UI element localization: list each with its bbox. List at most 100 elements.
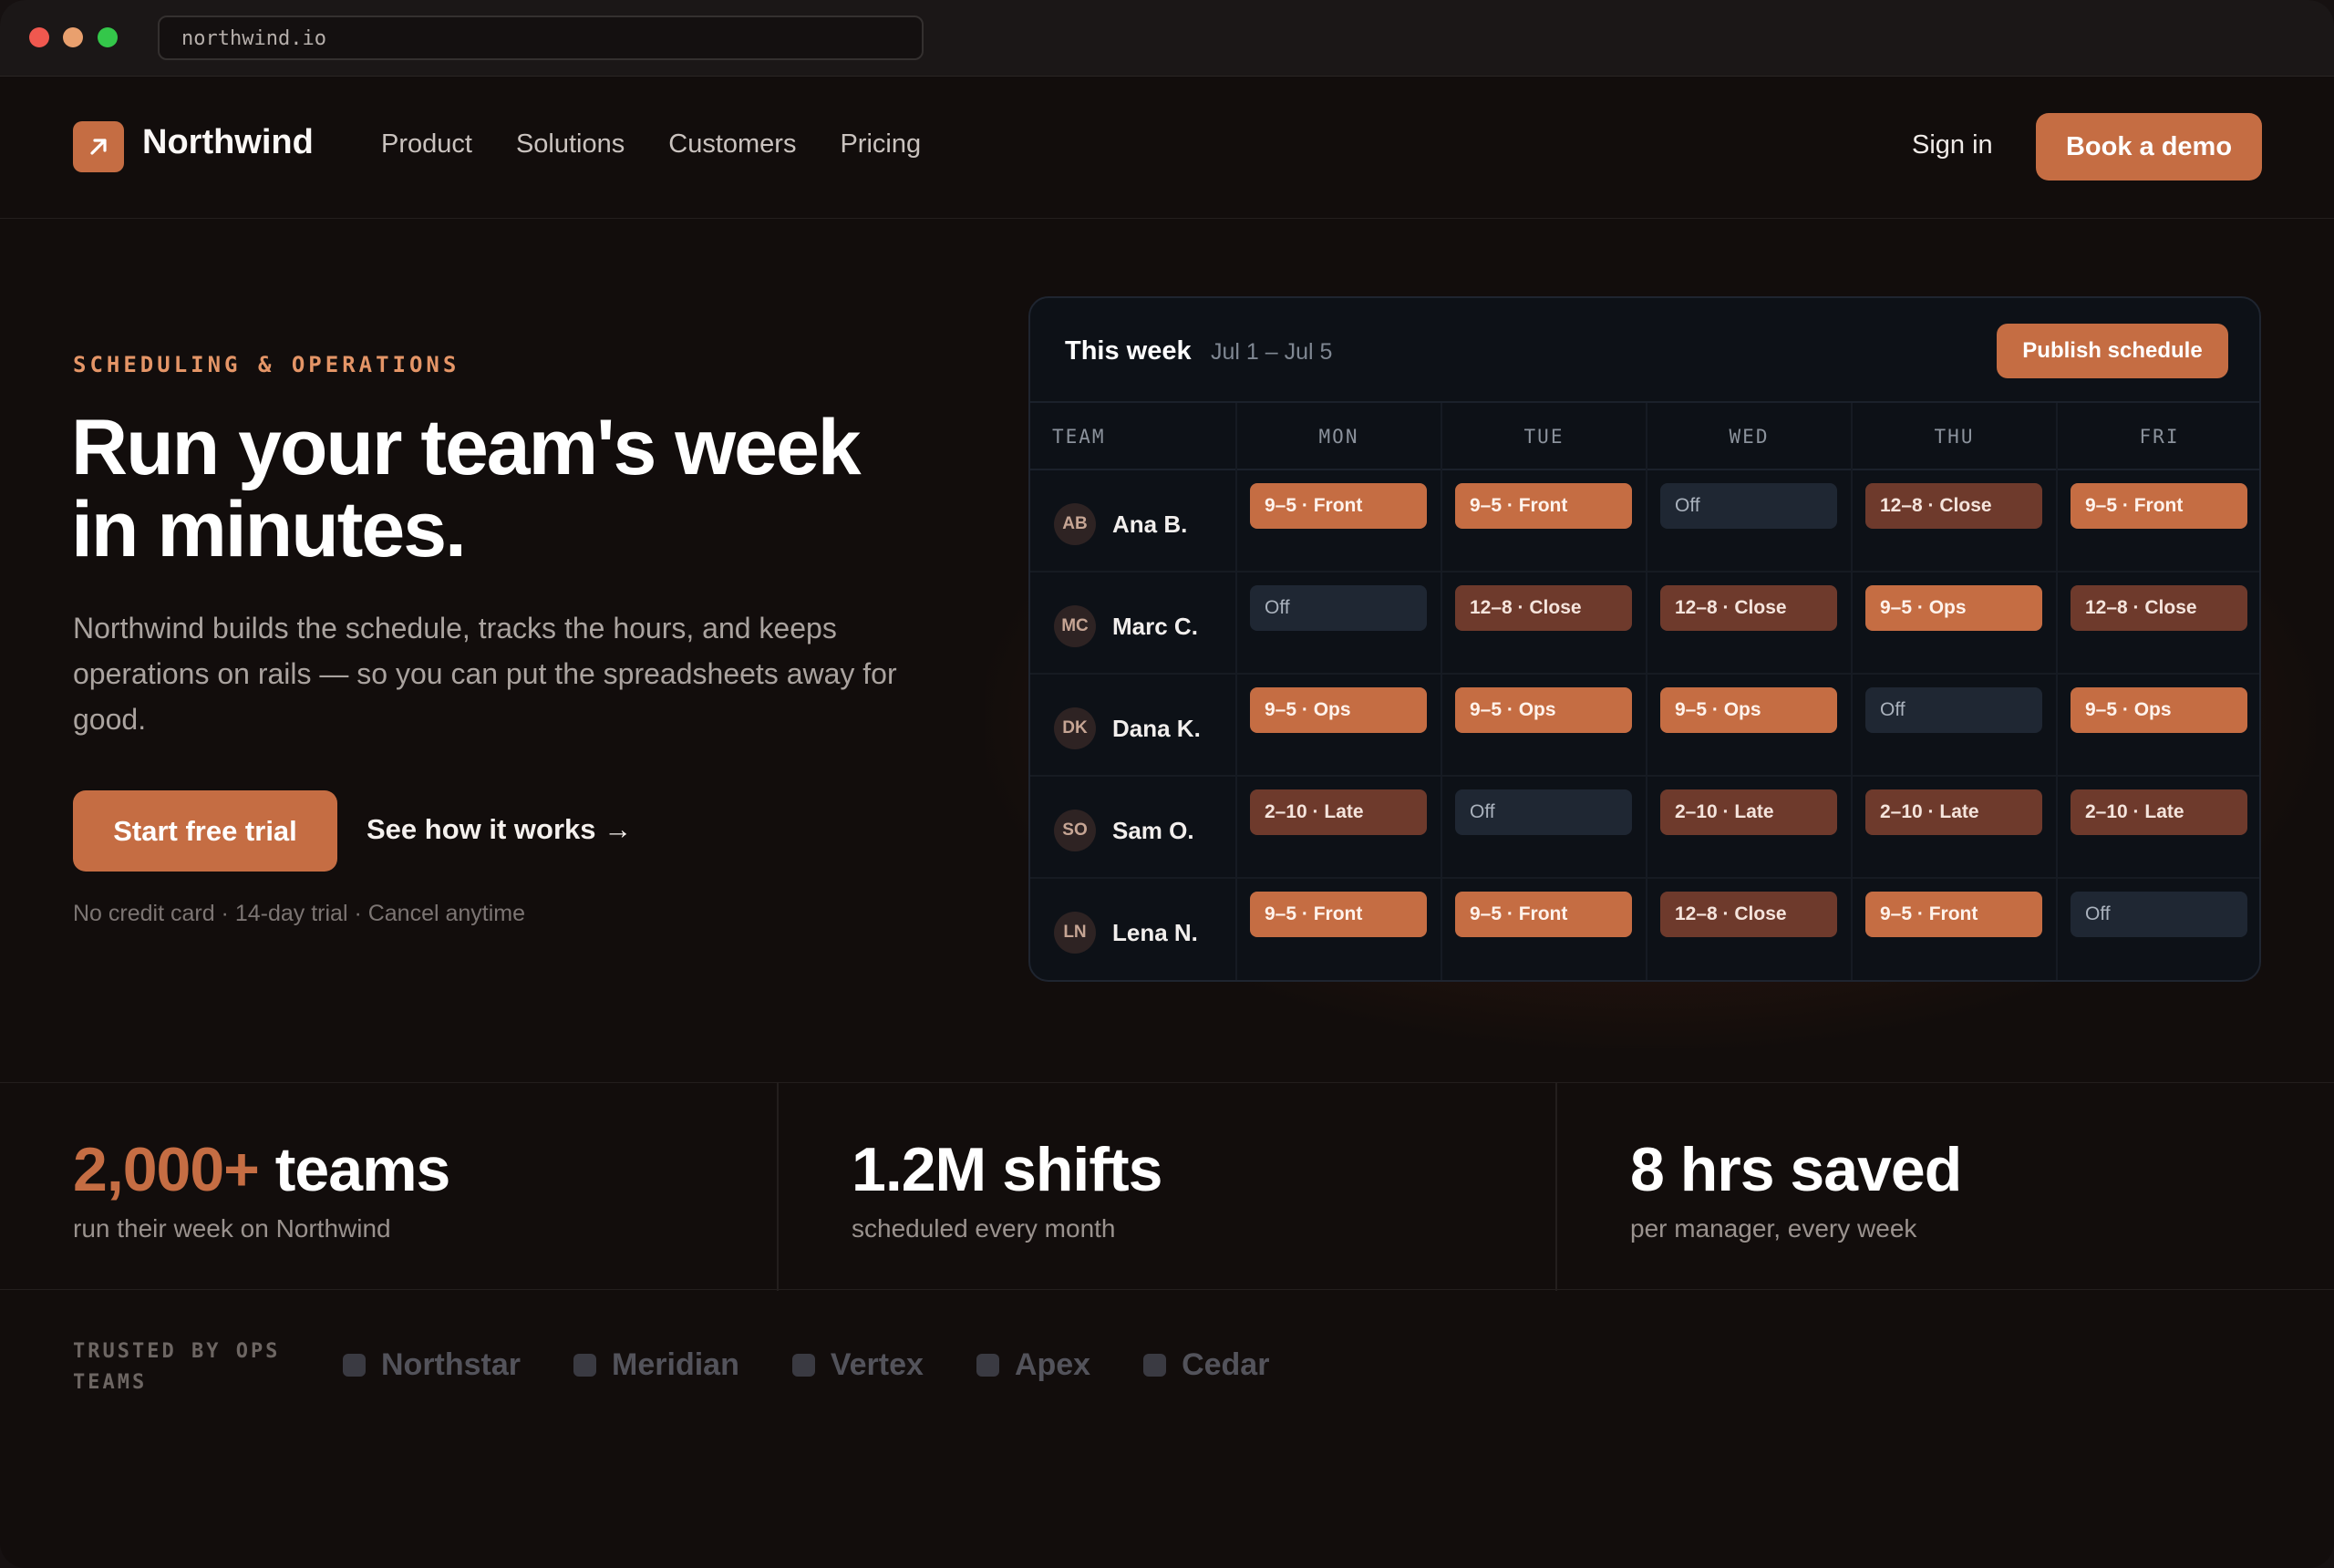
shift-chip[interactable]: 9–5 · Ops: [1660, 687, 1837, 733]
nav-link-customers[interactable]: Customers: [668, 129, 796, 160]
shift-chip[interactable]: 9–5 · Ops: [2071, 687, 2247, 733]
shift-chip[interactable]: 2–10 · Late: [1865, 789, 2042, 835]
avatar: SO: [1054, 810, 1096, 851]
shift-chip[interactable]: 9–5 · Front: [1250, 483, 1427, 529]
shift-chip[interactable]: Off: [1865, 687, 2042, 733]
arrow-up-right-icon: [90, 139, 107, 155]
trusted-by-label: TRUSTED BY OPS TEAMS: [73, 1340, 281, 1394]
sign-in-link[interactable]: Sign in: [1912, 130, 1993, 160]
see-how-it-works-link[interactable]: See how it works →: [367, 813, 632, 846]
shift-chip[interactable]: 2–10 · Late: [1250, 789, 1427, 835]
nav-links: Product Solutions Customers Pricing: [381, 129, 921, 160]
publish-schedule-button[interactable]: Publish schedule: [1997, 324, 2228, 378]
shift-chip[interactable]: Off: [2071, 892, 2247, 937]
address-bar[interactable]: northwind.io: [158, 15, 924, 60]
cell-divider: [1235, 675, 1237, 777]
shift-chip[interactable]: Off: [1455, 789, 1632, 835]
column-header-tue: TUE: [1441, 403, 1646, 470]
team-member-name: Marc C.: [1112, 613, 1198, 640]
shift-chip[interactable]: 12–8 · Close: [1455, 585, 1632, 631]
browser-chrome: northwind.io: [0, 0, 2334, 77]
shift-chip[interactable]: 9–5 · Ops: [1455, 687, 1632, 733]
column-header-wed: WED: [1646, 403, 1851, 470]
customer-logo: Cedar: [1143, 1347, 1269, 1383]
column-header-mon: MON: [1235, 403, 1441, 470]
nav-link-product[interactable]: Product: [381, 129, 472, 160]
stat-hours-value: 8 hrs saved: [1630, 1134, 1962, 1205]
nav-link-solutions[interactable]: Solutions: [516, 129, 625, 160]
cell-divider: [1441, 573, 1442, 675]
team-member-name: Lena N.: [1112, 919, 1198, 946]
stat-teams-rest: teams: [258, 1135, 451, 1204]
shift-chip[interactable]: Off: [1660, 483, 1837, 529]
cell-divider: [1235, 573, 1237, 675]
customer-logo-name: Apex: [1014, 1347, 1091, 1382]
stat-divider: [777, 1083, 779, 1291]
stat-shifts-caption: scheduled every month: [852, 1214, 1116, 1243]
shift-chip[interactable]: 12–8 · Close: [2071, 585, 2247, 631]
schedule-date-range: Jul 1 – Jul 5: [1211, 339, 1333, 365]
book-demo-button[interactable]: Book a demo: [2036, 113, 2262, 181]
minimize-window-button[interactable]: [63, 27, 83, 47]
stat-shifts-value: 1.2M shifts: [852, 1134, 1162, 1205]
cell-divider: [1441, 879, 1442, 980]
team-member-name: Dana K.: [1112, 715, 1201, 742]
shift-chip[interactable]: 12–8 · Close: [1660, 585, 1837, 631]
logo-mark-icon: [976, 1354, 999, 1377]
logo-mark-icon: [791, 1354, 815, 1377]
cell-divider: [1851, 470, 1853, 573]
maximize-window-button[interactable]: [98, 27, 118, 47]
cell-divider: [2056, 470, 2058, 573]
stat-teams-accent: 2,000+: [73, 1135, 260, 1204]
team-member-name: Sam O.: [1112, 817, 1194, 844]
shift-chip[interactable]: 9–5 · Ops: [1865, 585, 2042, 631]
shift-chip[interactable]: 9–5 · Ops: [1250, 687, 1427, 733]
brand-name[interactable]: Northwind: [142, 123, 314, 162]
cell-divider: [1851, 879, 1853, 980]
nav-link-pricing[interactable]: Pricing: [840, 129, 921, 160]
cell-divider: [2056, 879, 2058, 980]
cell-divider: [2056, 675, 2058, 777]
customer-logos: Northstar Meridian Vertex Apex Cedar: [343, 1347, 1322, 1383]
shift-chip[interactable]: 12–8 · Close: [1865, 483, 2042, 529]
schedule-title: This week: [1065, 336, 1192, 366]
schedule-row: LN Lena N. 9–5 · Front 9–5 · Front 12–8 · Cl…: [1030, 879, 2259, 980]
start-trial-button[interactable]: Start free trial: [73, 790, 337, 872]
cell-divider: [1646, 675, 1647, 777]
customer-logo: Northstar: [343, 1347, 521, 1383]
site-nav: Northwind Product Solutions Customers Pr…: [0, 77, 2334, 219]
schedule-row: SO Sam O. 2–10 · Late Off 2–10 · Late 2–10 · …: [1030, 777, 2259, 879]
schedule-row: DK Dana K. 9–5 · Ops 9–5 · Ops 9–5 · Ops Off 9…: [1030, 675, 2259, 777]
hero-headline: Run your team's week in minutes.: [71, 407, 946, 571]
shift-chip[interactable]: 2–10 · Late: [1660, 789, 1837, 835]
hero-eyebrow: SCHEDULING & OPERATIONS: [73, 352, 460, 377]
logo-icon[interactable]: [73, 121, 124, 172]
shift-chip[interactable]: 2–10 · Late: [2071, 789, 2247, 835]
hero-headline-line-2: in minutes.: [71, 486, 467, 573]
hero-headline-line-1: Run your team's week: [71, 404, 862, 491]
schedule-column-headers: TEAM MON TUE WED THU FRI: [1030, 403, 2259, 470]
logo-mark-icon: [573, 1354, 597, 1377]
shift-chip[interactable]: 9–5 · Front: [1455, 892, 1632, 937]
schedule-card-header: This week Jul 1 – Jul 5 Publish schedule: [1030, 298, 2259, 403]
close-window-button[interactable]: [29, 27, 49, 47]
hero-fineprint: No credit card · 14-day trial · Cancel a…: [73, 901, 526, 926]
shift-chip[interactable]: 9–5 · Front: [2071, 483, 2247, 529]
shift-chip[interactable]: 12–8 · Close: [1660, 892, 1837, 937]
customer-logo: Apex: [976, 1347, 1090, 1383]
cell-divider: [1646, 573, 1647, 675]
shift-chip[interactable]: Off: [1250, 585, 1427, 631]
cell-divider: [2056, 777, 2058, 879]
shift-chip[interactable]: 9–5 · Front: [1865, 892, 2042, 937]
stat-divider: [1555, 1083, 1557, 1291]
customer-logo-name: Vertex: [830, 1347, 924, 1382]
column-header-fri: FRI: [2056, 403, 2259, 470]
shift-chip[interactable]: 9–5 · Front: [1250, 892, 1427, 937]
cell-divider: [1646, 470, 1647, 573]
cell-divider: [1441, 675, 1442, 777]
schedule-row: AB Ana B. 9–5 · Front 9–5 · Front Off 12–8 · …: [1030, 470, 2259, 573]
cell-divider: [1235, 879, 1237, 980]
cell-divider: [1235, 777, 1237, 879]
logo-mark-icon: [1143, 1354, 1167, 1377]
shift-chip[interactable]: 9–5 · Front: [1455, 483, 1632, 529]
